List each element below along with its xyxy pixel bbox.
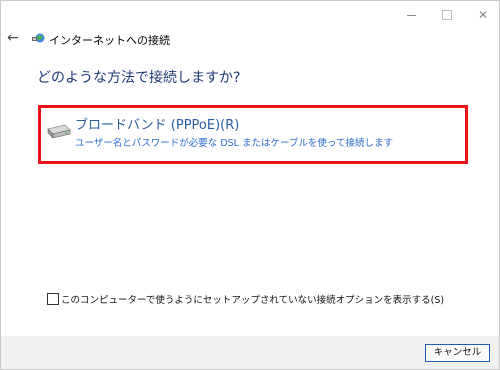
maximize-button[interactable]: [439, 9, 455, 21]
cancel-button[interactable]: キャンセル: [425, 344, 490, 362]
network-globe-icon: [32, 33, 45, 43]
show-options-checkbox[interactable]: [47, 293, 59, 305]
connection-wizard-window: ✕ ← インターネットへの接続 どのような方法で接続しますか? ブロードバンド …: [0, 0, 500, 370]
close-button[interactable]: ✕: [475, 9, 491, 21]
broadband-pppoe-option[interactable]: ブロードバンド (PPPoE)(R) ユーザー名とパスワードが必要な DSL ま…: [45, 111, 459, 157]
page-heading: どのような方法で接続しますか?: [37, 70, 241, 86]
back-arrow-icon[interactable]: ←: [7, 31, 21, 45]
broadband-drive-icon: [47, 124, 71, 139]
show-options-checkbox-label[interactable]: このコンピューターで使うようにセットアップされていない接続オプションを表示する(…: [61, 292, 444, 306]
minimize-button[interactable]: [403, 9, 419, 21]
window-title: インターネットへの接続: [49, 34, 170, 47]
footer-bar: キャンセル: [1, 336, 499, 369]
minimize-icon: [406, 15, 416, 16]
option-description: ユーザー名とパスワードが必要な DSL またはケーブルを使って接続します: [75, 138, 393, 149]
option-title: ブロードバンド (PPPoE)(R): [75, 118, 240, 133]
maximize-icon: [442, 10, 452, 20]
close-icon: ✕: [477, 8, 489, 22]
